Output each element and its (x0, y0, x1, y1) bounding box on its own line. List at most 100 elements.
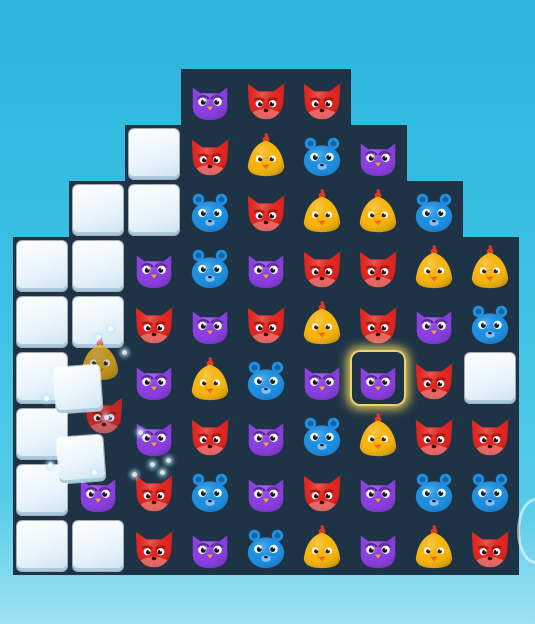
owl-icon (242, 244, 290, 290)
ice-block-surface (129, 185, 179, 235)
owl-piece[interactable] (182, 518, 238, 574)
owl-piece[interactable] (238, 238, 294, 294)
bear-piece[interactable] (462, 294, 518, 350)
bear-piece[interactable] (238, 350, 294, 406)
ice-block-surface (73, 521, 123, 571)
fox-icon (242, 76, 290, 122)
bear-icon (186, 244, 234, 290)
chick-piece[interactable] (238, 126, 294, 182)
owl-icon (410, 300, 458, 346)
fox-piece[interactable] (126, 518, 182, 574)
fox-piece[interactable] (350, 238, 406, 294)
bear-icon (466, 468, 514, 514)
bear-piece[interactable] (462, 462, 518, 518)
chick-piece[interactable] (294, 518, 350, 574)
chick-piece[interactable] (294, 294, 350, 350)
bear-piece[interactable] (406, 182, 462, 238)
ice-shard (53, 364, 103, 414)
bear-piece[interactable] (294, 406, 350, 462)
owl-piece[interactable] (238, 462, 294, 518)
fox-piece[interactable] (182, 126, 238, 182)
ice-block-surface (17, 241, 67, 291)
owl-piece[interactable] (406, 294, 462, 350)
fox-icon (298, 244, 346, 290)
ice-block (462, 350, 518, 406)
bear-icon (410, 188, 458, 234)
fox-piece[interactable] (238, 294, 294, 350)
sparkle-particle (122, 350, 127, 355)
fox-piece[interactable] (182, 406, 238, 462)
ice-block-surface (73, 241, 123, 291)
sparkle-particle (138, 430, 143, 435)
sparkle-particle (150, 462, 155, 467)
bear-piece[interactable] (182, 462, 238, 518)
owl-piece[interactable] (350, 462, 406, 518)
fox-piece[interactable] (238, 70, 294, 126)
ice-block-surface (73, 185, 123, 235)
owl-piece[interactable] (294, 350, 350, 406)
fox-icon (298, 76, 346, 122)
chick-piece[interactable] (406, 238, 462, 294)
sparkle-particle (44, 396, 49, 401)
owl-piece[interactable] (238, 406, 294, 462)
fox-piece[interactable] (462, 518, 518, 574)
owl-icon (130, 356, 178, 402)
owl-icon (242, 468, 290, 514)
ice-block (70, 238, 126, 294)
bear-icon (186, 188, 234, 234)
fox-icon (242, 300, 290, 346)
chick-piece[interactable] (350, 406, 406, 462)
bear-piece[interactable] (182, 182, 238, 238)
bear-piece[interactable] (294, 126, 350, 182)
chick-icon (298, 524, 346, 570)
bear-piece[interactable] (238, 518, 294, 574)
fox-icon (242, 188, 290, 234)
fox-icon (130, 468, 178, 514)
sparkle-particle (166, 458, 171, 463)
chick-piece[interactable] (462, 238, 518, 294)
ice-block-surface (17, 521, 67, 571)
sparkle-particle (92, 470, 97, 475)
chick-piece[interactable] (182, 350, 238, 406)
owl-piece[interactable] (126, 406, 182, 462)
fox-piece[interactable] (126, 462, 182, 518)
owl-piece[interactable] (182, 70, 238, 126)
owl-piece[interactable] (350, 518, 406, 574)
fox-piece[interactable] (238, 182, 294, 238)
owl-icon (186, 524, 234, 570)
chick-icon (466, 244, 514, 290)
chick-icon (410, 524, 458, 570)
chick-piece[interactable] (350, 182, 406, 238)
fox-piece[interactable] (462, 406, 518, 462)
owl-icon (186, 300, 234, 346)
chick-piece[interactable] (406, 518, 462, 574)
fox-piece[interactable] (294, 238, 350, 294)
sparkle-particle (108, 326, 113, 331)
owl-piece[interactable] (350, 126, 406, 182)
bear-icon (242, 524, 290, 570)
fox-piece[interactable] (350, 294, 406, 350)
bear-piece[interactable] (406, 462, 462, 518)
fox-icon (298, 468, 346, 514)
fox-piece[interactable] (294, 70, 350, 126)
owl-icon (130, 412, 178, 458)
fox-icon (410, 356, 458, 402)
bear-icon (298, 412, 346, 458)
ice-block (70, 518, 126, 574)
owl-piece[interactable] (182, 294, 238, 350)
game-board (0, 0, 535, 624)
owl-piece[interactable] (126, 350, 182, 406)
fox-piece[interactable] (126, 294, 182, 350)
bear-icon (410, 468, 458, 514)
chick-piece[interactable] (294, 182, 350, 238)
chick-icon (186, 356, 234, 402)
ice-block (14, 238, 70, 294)
ice-block (70, 182, 126, 238)
owl-piece[interactable] (350, 350, 406, 406)
fox-piece[interactable] (294, 462, 350, 518)
fox-piece[interactable] (406, 406, 462, 462)
owl-piece[interactable] (126, 238, 182, 294)
bear-piece[interactable] (182, 238, 238, 294)
owl-icon (354, 468, 402, 514)
fox-piece[interactable] (406, 350, 462, 406)
